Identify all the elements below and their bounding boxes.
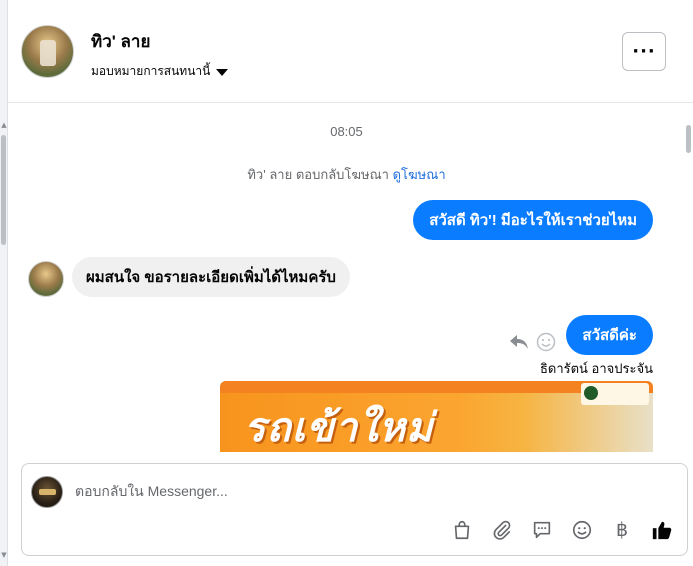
message-timestamp: 08:05 — [330, 124, 363, 139]
reply-icon[interactable] — [509, 333, 529, 351]
reply-input[interactable] — [75, 480, 495, 502]
messenger-conversation: ▲ ▼ ทิว' ลาย มอบหมายการสนทนานี้ ··· 08:0… — [0, 0, 693, 566]
assign-conversation-dropdown[interactable]: มอบหมายการสนทนานี้ — [91, 62, 229, 81]
thread-scrollbar[interactable] — [685, 108, 693, 453]
ad-headline: รถเข้าใหม่ — [244, 406, 434, 450]
composer-toolbar: ฿ — [449, 517, 675, 543]
scroll-down-arrow-icon[interactable]: ▼ — [0, 550, 8, 560]
left-scrollbar[interactable]: ▲ ▼ — [0, 0, 8, 566]
emoji-icon[interactable] — [569, 517, 595, 543]
baht-symbol: ฿ — [615, 519, 629, 541]
contact-avatar-small[interactable] — [28, 261, 64, 297]
message-thread: 08:05 ทิว' ลาย ตอบกลับโฆษณา ดูโฆษณา สวัส… — [8, 104, 685, 452]
more-options-button[interactable]: ··· — [622, 32, 666, 71]
ad-reply-text: ทิว' ลาย ตอบกลับโฆษณา — [247, 167, 389, 182]
scrollbar-thumb[interactable] — [1, 135, 6, 245]
baht-icon[interactable]: ฿ — [609, 517, 635, 543]
outgoing-message[interactable]: สวัสดี ทิว'! มีอะไรให้เราช่วยไหม — [413, 200, 653, 240]
thread-scrollbar-thumb[interactable] — [686, 125, 691, 153]
reply-composer: ฿ — [21, 463, 688, 556]
scroll-up-arrow-icon[interactable]: ▲ — [0, 120, 8, 130]
like-icon[interactable] — [649, 517, 675, 543]
shopping-bag-icon[interactable] — [449, 517, 475, 543]
ad-preview-image[interactable]: รถเข้าใหม่ — [220, 381, 653, 452]
saved-reply-icon[interactable] — [529, 517, 555, 543]
sender-name: ธิดารัตน์ อาจประจัน — [539, 361, 653, 376]
page-avatar — [31, 476, 63, 508]
ad-reply-notice: ทิว' ลาย ตอบกลับโฆษณา ดูโฆษณา — [8, 164, 685, 185]
outgoing-message[interactable]: สวัสดีค่ะ — [566, 315, 653, 355]
ad-logo — [581, 383, 649, 405]
chevron-down-icon — [216, 68, 229, 76]
contact-avatar[interactable] — [21, 25, 74, 78]
paperclip-icon[interactable] — [489, 517, 515, 543]
emoji-reaction-icon[interactable] — [536, 332, 556, 352]
assign-conversation-label: มอบหมายการสนทนานี้ — [91, 64, 211, 78]
incoming-message[interactable]: ผมสนใจ ขอรายละเอียดเพิ่มได้ไหมครับ — [72, 257, 350, 297]
contact-name[interactable]: ทิว' ลาย — [91, 28, 150, 55]
view-ad-link[interactable]: ดูโฆษณา — [393, 167, 446, 182]
conversation-header: ทิว' ลาย มอบหมายการสนทนานี้ ··· — [8, 0, 693, 103]
